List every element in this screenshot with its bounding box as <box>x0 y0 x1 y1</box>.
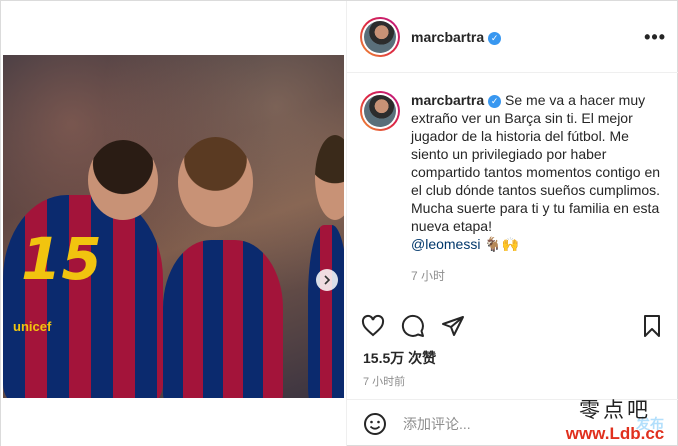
bookmark-icon[interactable] <box>640 314 666 340</box>
caption-avatar[interactable] <box>360 91 400 131</box>
player-right <box>308 225 344 398</box>
caption-time: 7 小时 <box>411 269 446 283</box>
player-center <box>163 240 283 398</box>
post-photo[interactable]: 15 unicef <box>3 55 344 398</box>
caption-body: marcbartra ✓ Se me va a hacer muy extraño… <box>411 91 670 285</box>
more-horizontal-icon[interactable]: ••• <box>644 27 666 48</box>
heart-icon[interactable] <box>361 314 387 340</box>
mention-link[interactable]: @leomessi <box>411 236 480 252</box>
instagram-post: 15 unicef marcbartra ✓ ••• marcbartra ✓ … <box>0 0 678 446</box>
caption: marcbartra ✓ Se me va a hacer muy extraño… <box>360 91 670 285</box>
jersey-number: 15 <box>21 225 102 293</box>
post-time[interactable]: 7 小时前 <box>363 373 405 389</box>
player-center-head <box>178 137 253 227</box>
verified-icon: ✓ <box>488 95 502 108</box>
post-sidebar: marcbartra ✓ ••• marcbartra ✓ Se me va a h… <box>346 1 678 446</box>
action-bar <box>361 314 666 342</box>
player-left-head <box>88 140 158 220</box>
comment-icon[interactable] <box>401 314 427 340</box>
carousel-next-icon[interactable] <box>316 269 338 291</box>
post-media: 15 unicef <box>1 1 346 446</box>
header-username[interactable]: marcbartra ✓ <box>411 29 502 45</box>
likes-count[interactable]: 15.5万 次赞 <box>363 348 436 368</box>
post-header: marcbartra ✓ ••• <box>347 1 678 73</box>
post-comment-button[interactable]: 发布 <box>636 414 664 434</box>
caption-text: Se me va a hacer muy extraño ver un Barç… <box>411 92 661 234</box>
share-icon[interactable] <box>441 314 467 340</box>
comment-bar: 发布 <box>347 399 678 446</box>
verified-icon: ✓ <box>488 31 502 45</box>
emoji-icon[interactable] <box>363 412 387 436</box>
avatar[interactable] <box>360 16 400 57</box>
caption-emojis: 🐐🙌 <box>484 237 520 253</box>
sponsor-text: unicef <box>13 319 52 334</box>
comment-input[interactable] <box>403 415 603 432</box>
caption-username[interactable]: marcbartra <box>411 92 484 108</box>
